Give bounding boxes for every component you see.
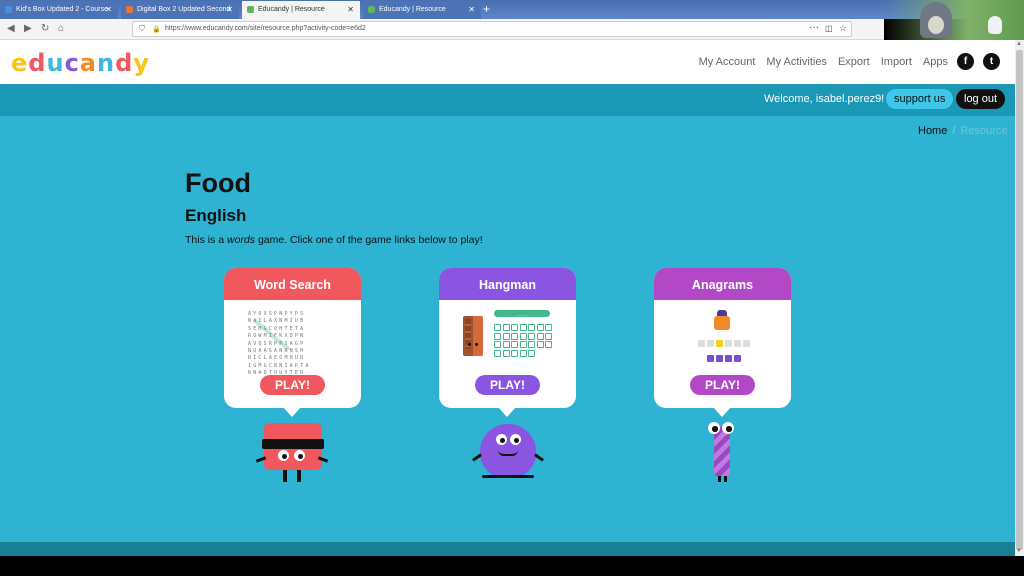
support-us-button[interactable]: support us bbox=[886, 89, 954, 109]
hangman-word-bar: _ _ _ bbox=[494, 310, 550, 317]
scroll-down-icon[interactable]: ▼ bbox=[1016, 548, 1022, 554]
chocolate-character bbox=[463, 316, 483, 356]
language-subtitle: English bbox=[185, 206, 247, 225]
new-tab-icon[interactable]: + bbox=[483, 2, 490, 16]
url-text[interactable]: https://www.educandy.com/site/resource.p… bbox=[165, 25, 366, 32]
word-search-grid: AYOXSPNPYPS NAILAXNMIUB SEMGCOHTETA ROWMIFK… bbox=[248, 311, 311, 377]
site-header: educandy My Account My Activities Export… bbox=[0, 40, 1015, 84]
browser-tab-active[interactable]: Educandy | Resource ✕ bbox=[242, 1, 360, 19]
taskbar-area bbox=[0, 556, 1024, 576]
tab-label: Kid's Box Updated 2 - Course bbox=[16, 6, 108, 13]
menu-my-account[interactable]: My Account bbox=[699, 56, 756, 68]
close-icon[interactable]: ✕ bbox=[105, 5, 112, 14]
description-text: game. Click one of the game links below … bbox=[255, 234, 483, 246]
hangman-keyboard bbox=[494, 324, 554, 357]
close-icon[interactable]: ✕ bbox=[347, 5, 354, 14]
breadcrumb: Home / Resource bbox=[918, 125, 1007, 137]
close-icon[interactable]: ✕ bbox=[468, 5, 475, 14]
anagram-answer-tiles bbox=[698, 340, 750, 347]
scrollbar-thumb[interactable] bbox=[1016, 50, 1023, 550]
totoro-figure bbox=[920, 2, 952, 38]
hangman-mascot bbox=[470, 420, 546, 482]
breadcrumb-current: Resource bbox=[960, 125, 1008, 137]
favicon-icon bbox=[5, 6, 12, 13]
favicon-icon bbox=[126, 6, 133, 13]
facebook-icon[interactable]: f bbox=[957, 53, 974, 70]
log-out-button[interactable]: log out bbox=[956, 89, 1006, 109]
menu-my-activities[interactable]: My Activities bbox=[766, 56, 827, 68]
page-title: Food bbox=[185, 168, 251, 198]
favicon-icon bbox=[247, 6, 254, 13]
theme-artwork bbox=[884, 0, 1024, 40]
word-search-mascot bbox=[255, 420, 329, 482]
play-hangman-button[interactable]: PLAY! bbox=[475, 375, 540, 395]
url-bar[interactable]: ⛉ 🔒 https://www.educandy.com/site/resour… bbox=[132, 21, 852, 37]
lock-icon[interactable]: 🔒 bbox=[152, 25, 161, 33]
pocket-icon[interactable]: ◫ bbox=[825, 24, 833, 33]
anagram-character bbox=[712, 310, 732, 332]
scroll-up-icon[interactable]: ▲ bbox=[1016, 41, 1022, 47]
back-icon[interactable]: ◀ bbox=[7, 23, 15, 34]
browser-nav-bar: ◀ ▶ ↻ ⌂ ⛉ 🔒 https://www.educandy.com/sit… bbox=[0, 19, 884, 40]
browser-tab[interactable]: Kid's Box Updated 2 - Course ✕ bbox=[0, 1, 118, 19]
footer bbox=[0, 542, 1015, 556]
shield-icon[interactable]: ⛉ bbox=[139, 24, 145, 34]
browser-tab[interactable]: Digital Box 2 Updated Second ✕ bbox=[121, 1, 239, 19]
browser-tab[interactable]: Educandy | Resource ✕ bbox=[363, 1, 481, 19]
close-icon[interactable]: ✕ bbox=[226, 5, 233, 14]
breadcrumb-separator: / bbox=[952, 125, 956, 137]
anagram-letter-tiles bbox=[707, 355, 741, 362]
tab-label: Educandy | Resource bbox=[379, 6, 446, 13]
home-icon[interactable]: ⌂ bbox=[58, 23, 64, 34]
page: educandy My Account My Activities Export… bbox=[0, 40, 1015, 556]
breadcrumb-home[interactable]: Home bbox=[918, 125, 947, 137]
educandy-logo[interactable]: educandy bbox=[11, 49, 150, 77]
browser-tab-bar: Kid's Box Updated 2 - Course ✕ Digital B… bbox=[0, 0, 1024, 19]
game-card-word-search[interactable]: Word Search AYOXSPNPYPS NAILAXNMIUB SEMGCO… bbox=[224, 268, 361, 417]
welcome-text: Welcome, isabel.perez9! bbox=[764, 93, 885, 105]
star-icon[interactable]: ☆ bbox=[839, 23, 847, 34]
game-card-hangman[interactable]: Hangman _ _ _ PLAY! bbox=[439, 268, 576, 417]
favicon-icon bbox=[368, 6, 375, 13]
small-totoro-figure bbox=[988, 16, 1002, 34]
description-text: This is a bbox=[185, 234, 228, 246]
menu-export[interactable]: Export bbox=[838, 56, 870, 68]
more-icon[interactable]: ··· bbox=[809, 22, 819, 33]
forward-icon[interactable]: ▶ bbox=[24, 23, 32, 34]
anagrams-mascot bbox=[706, 420, 738, 482]
game-title[interactable]: Word Search bbox=[224, 268, 361, 300]
reload-icon[interactable]: ↻ bbox=[41, 23, 49, 34]
welcome-bar: Welcome, isabel.perez9! support us log o… bbox=[0, 84, 1015, 116]
play-anagrams-button[interactable]: PLAY! bbox=[690, 375, 755, 395]
main-menu: My Account My Activities Export Import A… bbox=[688, 53, 1000, 70]
description: This is a words game. Click one of the g… bbox=[185, 234, 483, 246]
description-emphasis: words bbox=[227, 234, 256, 246]
menu-apps[interactable]: Apps bbox=[923, 56, 948, 68]
tab-label: Educandy | Resource bbox=[258, 6, 325, 13]
game-title[interactable]: Anagrams bbox=[654, 268, 791, 300]
tab-label: Digital Box 2 Updated Second bbox=[137, 6, 231, 13]
play-word-search-button[interactable]: PLAY! bbox=[260, 375, 325, 395]
game-card-anagrams[interactable]: Anagrams PLAY! bbox=[654, 268, 791, 417]
page-scrollbar[interactable]: ▲ ▼ bbox=[1015, 40, 1024, 556]
game-title[interactable]: Hangman bbox=[439, 268, 576, 300]
menu-import[interactable]: Import bbox=[881, 56, 912, 68]
twitter-icon[interactable]: t bbox=[983, 53, 1000, 70]
